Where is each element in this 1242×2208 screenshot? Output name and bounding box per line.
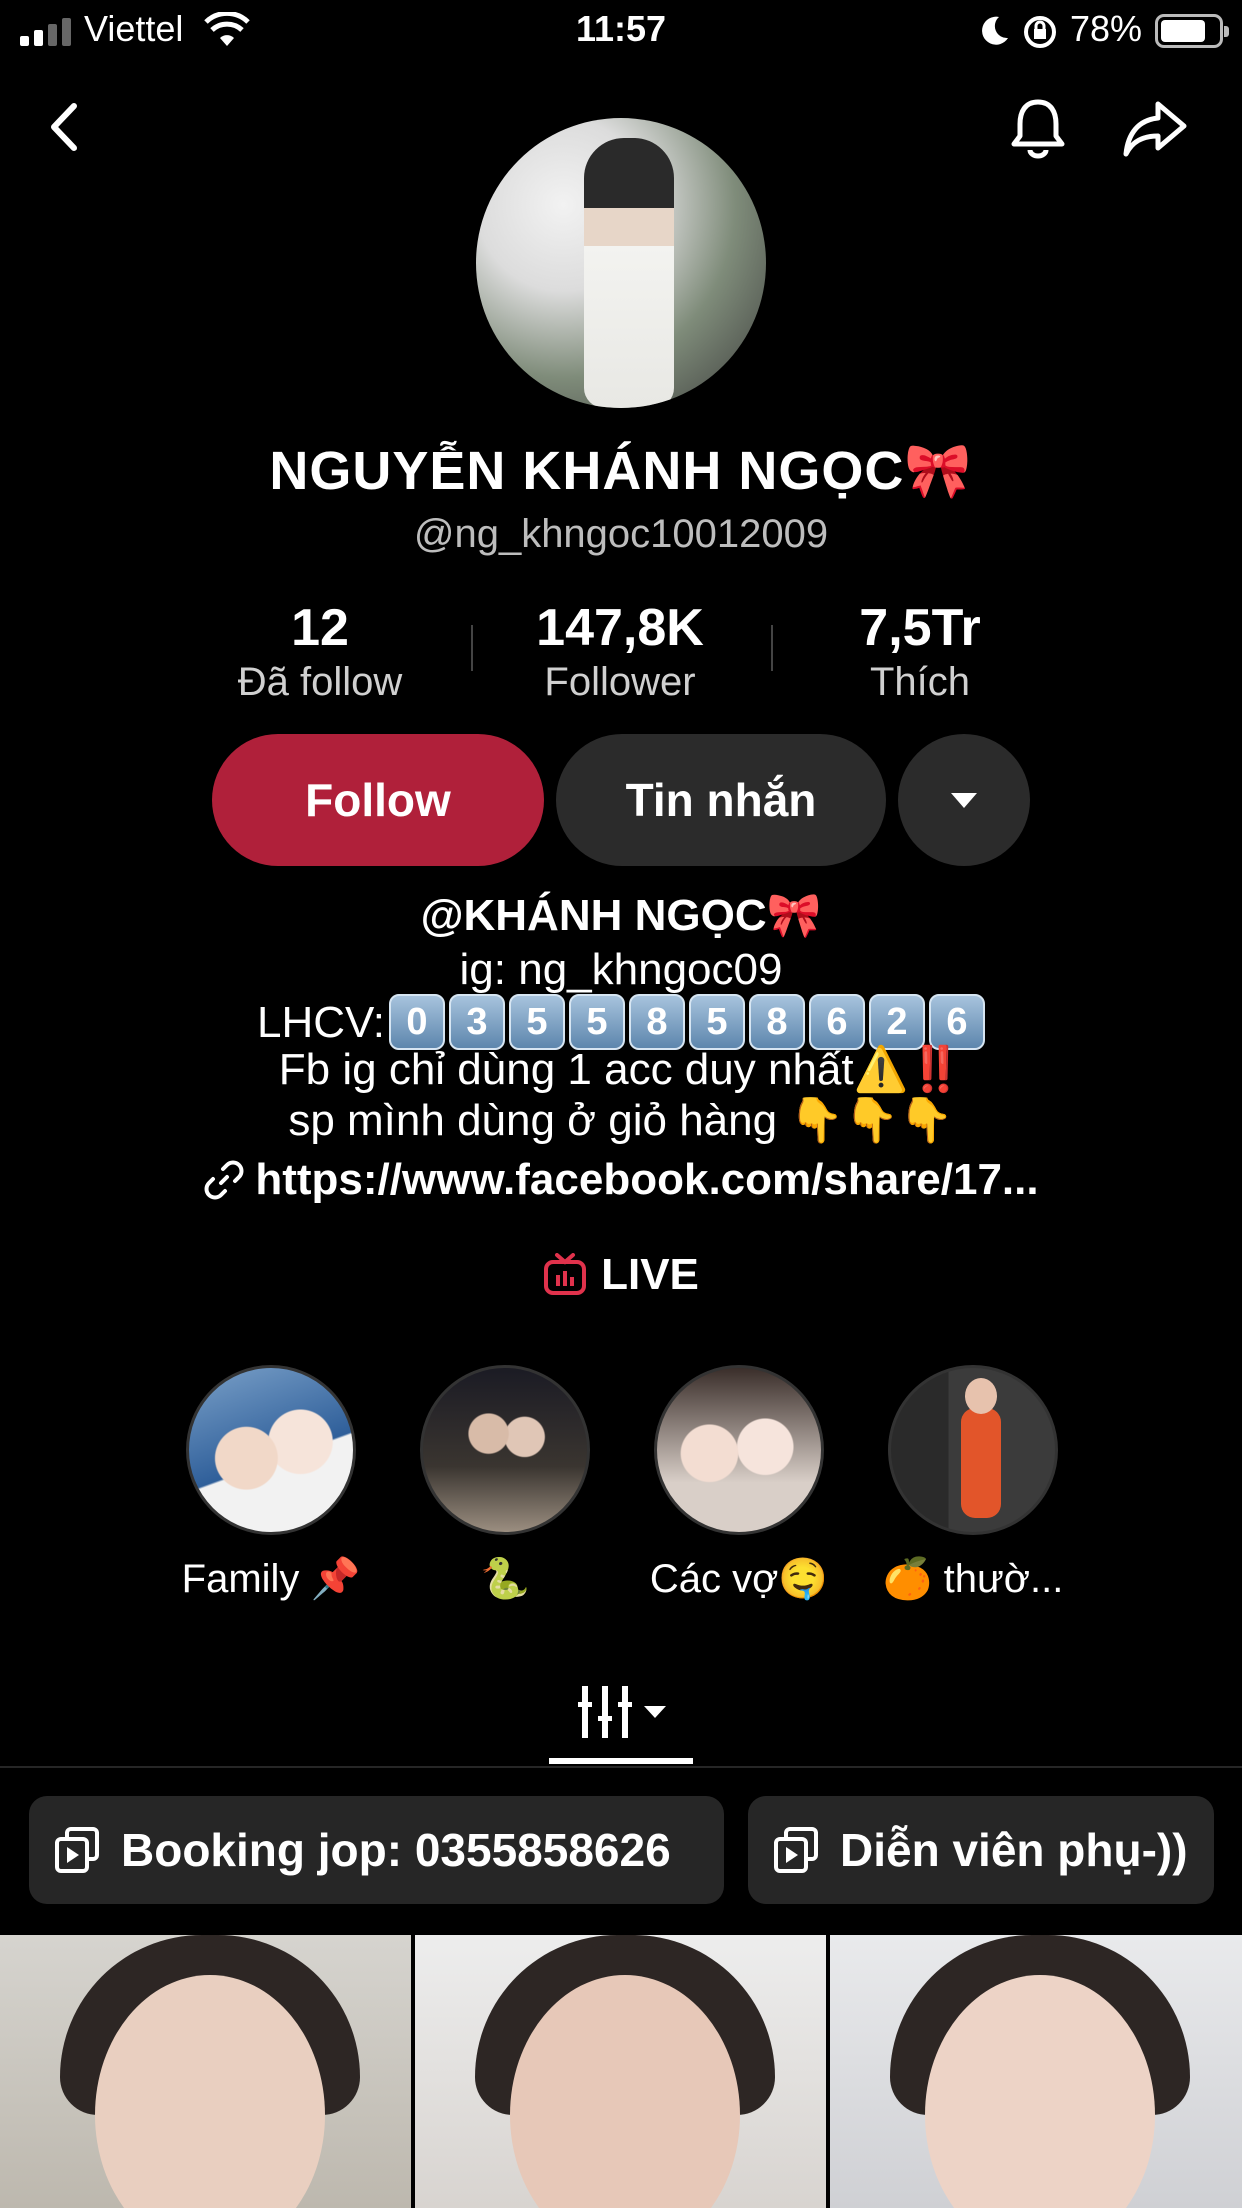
- bio-shop-line: sp mình dùng ở giỏ hàng 👇👇👇: [288, 1096, 954, 1145]
- share-icon[interactable]: [1120, 92, 1190, 162]
- tab-underline: [549, 1758, 693, 1764]
- grid-icon: [578, 1686, 632, 1738]
- bio-contact: LHCV: 0 3 5 5 8 5 8 6 2 6: [0, 994, 1242, 1050]
- stat-value: 12: [291, 599, 349, 657]
- live-button[interactable]: LIVE: [0, 1250, 1242, 1300]
- back-icon[interactable]: [32, 92, 102, 162]
- video-thumbnail[interactable]: [415, 1935, 826, 2208]
- video-thumbnail[interactable]: [0, 1935, 411, 2208]
- highlight-label: 🐍: [480, 1557, 530, 1601]
- highlight-label: Family 📌: [181, 1557, 361, 1601]
- username: @ng_khngoc10012009: [413, 512, 829, 556]
- status-bar: Viettel 11:57 78%: [0, 0, 1242, 62]
- keycap-digit: 5: [568, 994, 625, 1050]
- playlist-icon: [55, 1827, 99, 1873]
- live-tv-icon: [544, 1253, 587, 1295]
- bio-ig: ig: ng_khngoc09: [459, 945, 783, 994]
- stat-followers[interactable]: 147,8K Follower: [470, 598, 770, 706]
- highlight-orange[interactable]: [888, 1365, 1058, 1535]
- more-options-button[interactable]: [898, 734, 1030, 866]
- divider: [0, 1766, 1242, 1768]
- playlist-icon: [774, 1827, 818, 1873]
- playlist-chip[interactable]: Booking jop: 0355858626: [29, 1796, 724, 1904]
- keycap-digit: 6: [808, 994, 865, 1050]
- keycap-digit: 6: [928, 994, 985, 1050]
- keycap-digit: 0: [388, 994, 445, 1050]
- playlist-label: Booking jop: 0355858626: [121, 1824, 671, 1876]
- follow-button[interactable]: Follow: [212, 734, 544, 866]
- keycap-digit: 8: [748, 994, 805, 1050]
- playlist-chip[interactable]: Diễn viên phụ-)): [748, 1796, 1214, 1904]
- stat-following[interactable]: 12 Đã follow: [170, 598, 470, 706]
- keycap-digit: 3: [448, 994, 505, 1050]
- keycap-digit: 8: [628, 994, 685, 1050]
- battery-percent: 78%: [1070, 8, 1143, 49]
- moon-icon: [982, 16, 1008, 45]
- highlight-family[interactable]: [186, 1365, 356, 1535]
- stat-label: Đã follow: [237, 660, 403, 704]
- video-thumbnail[interactable]: [830, 1935, 1242, 2208]
- playlist-label: Diễn viên phụ-)): [840, 1824, 1188, 1876]
- display-name: NGUYỄN KHÁNH NGỌC🎀: [269, 441, 973, 501]
- tab-videos[interactable]: [578, 1682, 678, 1742]
- keycap-digit: 5: [688, 994, 745, 1050]
- chevron-down-icon: [951, 792, 977, 808]
- bio-title: @KHÁNH NGỌC🎀: [420, 891, 822, 940]
- chevron-down-icon: [644, 1706, 666, 1718]
- keycap-digit: 5: [508, 994, 565, 1050]
- live-label: LIVE: [601, 1250, 699, 1299]
- bio-fb-line: Fb ig chỉ dùng 1 acc duy nhất⚠️‼️: [278, 1045, 964, 1094]
- bio-link-text: https://www.facebook.com/share/17...: [255, 1155, 1039, 1204]
- battery-icon: [1155, 14, 1229, 48]
- stat-label: Thích: [869, 660, 971, 704]
- message-button[interactable]: Tin nhắn: [556, 734, 886, 866]
- stat-value: 7,5Tr: [859, 599, 981, 657]
- stat-likes[interactable]: 7,5Tr Thích: [770, 598, 1070, 706]
- stat-value: 147,8K: [536, 599, 704, 657]
- link-icon: [204, 1160, 244, 1199]
- keycap-digit: 2: [868, 994, 925, 1050]
- avatar[interactable]: [476, 118, 766, 408]
- bio-link[interactable]: https://www.facebook.com/share/17...: [0, 1154, 1242, 1205]
- bio-contact-label: LHCV:: [257, 997, 385, 1047]
- highlight-cac-vo[interactable]: [654, 1365, 824, 1535]
- highlight-label: 🍊 thườ...: [882, 1557, 1064, 1601]
- highlight-label: Các vợ🤤: [649, 1557, 829, 1601]
- rotation-lock-icon: [1024, 16, 1056, 48]
- stat-label: Follower: [544, 660, 696, 704]
- highlight-snake[interactable]: [420, 1365, 590, 1535]
- bell-icon[interactable]: [1003, 92, 1073, 162]
